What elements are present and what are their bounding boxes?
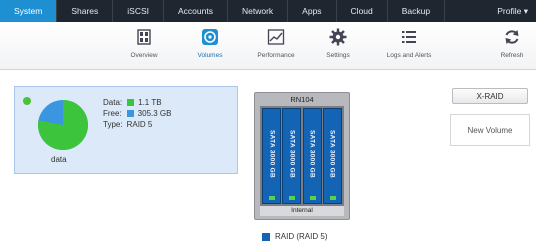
disk-slot-1[interactable]: SATA 3000 GB bbox=[262, 108, 281, 204]
toolbar-volumes[interactable]: Volumes bbox=[182, 28, 238, 59]
disk-label: SATA 3000 GB bbox=[268, 130, 275, 179]
stat-type-row: Type: RAID 5 bbox=[103, 119, 171, 130]
disk-label: SATA 3000 GB bbox=[328, 130, 336, 179]
free-swatch bbox=[126, 110, 134, 117]
disk-led bbox=[309, 196, 316, 200]
disk-slot-3[interactable]: SATA 3000 GB bbox=[302, 108, 322, 204]
stat-data-label: Data: bbox=[103, 98, 123, 107]
disk-enclosure: RN104 SATA 3000 GB SATA 3000 GB SATA 300… bbox=[254, 92, 350, 220]
toolbar-settings[interactable]: Settings bbox=[310, 28, 366, 59]
stat-type-value: RAID 5 bbox=[126, 120, 153, 129]
new-volume-button[interactable]: New Volume bbox=[450, 114, 530, 146]
toolbar-volumes-label: Volumes bbox=[197, 52, 223, 59]
disk-led bbox=[329, 196, 336, 200]
raid-legend: RAID (RAID 5) bbox=[262, 232, 327, 241]
raid-legend-swatch bbox=[262, 232, 270, 241]
volumes-icon bbox=[202, 29, 218, 45]
stat-free-label: Free: bbox=[103, 109, 122, 118]
disk-led bbox=[289, 196, 296, 200]
enclosure-title: RN104 bbox=[290, 95, 314, 104]
toolbar-performance[interactable]: Performance bbox=[248, 28, 304, 59]
volume-usage-pie bbox=[37, 100, 88, 150]
sub-toolbar: Overview Volumes Performance Settings Lo… bbox=[0, 22, 536, 70]
disk-slot-2[interactable]: SATA 3000 GB bbox=[282, 108, 302, 204]
refresh-icon bbox=[505, 30, 519, 44]
profile-menu[interactable]: Profile ▾ bbox=[483, 0, 536, 22]
xraid-toggle-button[interactable]: X-RAID bbox=[452, 88, 528, 104]
stat-data-row: Data: 1.1 TB bbox=[103, 97, 171, 108]
stat-data-value: 1.1 TB bbox=[138, 98, 162, 107]
disk-label: SATA 3000 GB bbox=[288, 130, 296, 179]
enclosure-footer: Internal bbox=[260, 206, 344, 216]
stat-type-label: Type: bbox=[103, 120, 123, 129]
refresh-button[interactable]: Refresh bbox=[490, 28, 534, 59]
toolbar-overview-label: Overview bbox=[130, 52, 158, 59]
toolbar-settings-label: Settings bbox=[326, 52, 350, 59]
toolbar-overview[interactable]: Overview bbox=[116, 28, 172, 59]
raid-legend-label: RAID (RAID 5) bbox=[275, 232, 328, 241]
logs-icon bbox=[402, 31, 416, 43]
volume-stats: Data: 1.1 TB Free: 305.3 GB Type: RAID 5 bbox=[103, 97, 171, 130]
toolbar-logs-label: Logs and Alerts bbox=[386, 52, 432, 59]
stat-free-value: 305.3 GB bbox=[137, 109, 172, 118]
toolbar-performance-label: Performance bbox=[257, 52, 295, 59]
disk-slot-4[interactable]: SATA 3000 GB bbox=[322, 108, 342, 204]
volume-card[interactable]: data Data: 1.1 TB Free: 305.3 GB Type: R… bbox=[14, 86, 238, 174]
top-nav: System Shares iSCSI Accounts Network App… bbox=[0, 0, 536, 22]
refresh-label: Refresh bbox=[500, 52, 524, 59]
stat-free-row: Free: 305.3 GB bbox=[103, 108, 171, 119]
disk-led bbox=[269, 196, 275, 200]
disk-slots: SATA 3000 GB SATA 3000 GB SATA 3000 GB S… bbox=[260, 106, 344, 206]
tab-iscsi[interactable]: iSCSI bbox=[113, 0, 165, 22]
data-swatch bbox=[127, 99, 135, 106]
tab-apps[interactable]: Apps bbox=[288, 0, 337, 22]
settings-icon bbox=[329, 28, 347, 46]
performance-icon bbox=[267, 29, 285, 45]
overview-icon bbox=[137, 29, 151, 45]
disk-label: SATA 3000 GB bbox=[308, 130, 316, 179]
tab-cloud[interactable]: Cloud bbox=[337, 0, 388, 22]
tab-network[interactable]: Network bbox=[228, 0, 289, 22]
tab-accounts[interactable]: Accounts bbox=[164, 0, 228, 22]
tab-backup[interactable]: Backup bbox=[388, 0, 446, 22]
toolbar-logs[interactable]: Logs and Alerts bbox=[374, 28, 444, 59]
volume-status-dot bbox=[23, 97, 31, 105]
tab-system[interactable]: System bbox=[0, 0, 58, 22]
tab-shares[interactable]: Shares bbox=[57, 0, 114, 22]
volume-name: data bbox=[51, 155, 67, 164]
